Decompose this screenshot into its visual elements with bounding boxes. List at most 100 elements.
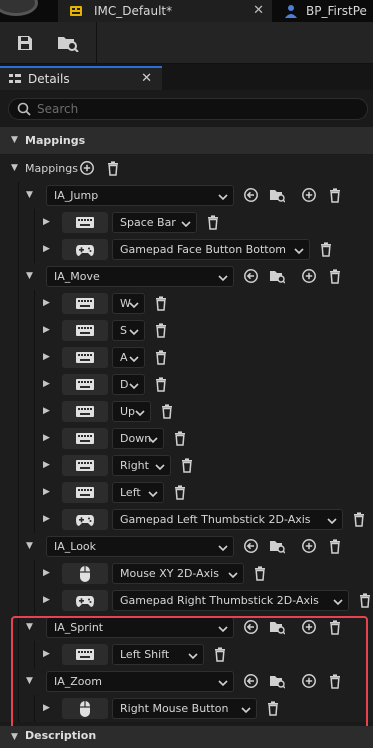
key-select[interactable]: Down	[112, 428, 164, 449]
key-select[interactable]: W	[112, 293, 145, 314]
key-select[interactable]: Left Shift	[112, 644, 204, 665]
collapse-arrow-icon[interactable]: ▼	[26, 190, 33, 200]
key-select[interactable]: S	[112, 320, 145, 341]
delete-key-mapping-button[interactable]	[153, 295, 169, 311]
expand-arrow-icon[interactable]: ▶	[43, 568, 50, 578]
use-selected-asset-button[interactable]	[243, 187, 259, 203]
use-selected-asset-button[interactable]	[243, 619, 259, 635]
delete-key-mapping-button[interactable]	[159, 403, 175, 419]
browse-to-asset-button[interactable]	[269, 268, 285, 284]
tab-imc-default[interactable]: IMC_Default* ✕	[58, 0, 272, 22]
key-selector-button[interactable]	[62, 509, 108, 530]
expand-arrow-icon[interactable]: ▶	[43, 244, 50, 254]
key-selector-button[interactable]	[62, 455, 108, 476]
expand-arrow-icon[interactable]: ▶	[43, 487, 50, 497]
key-selector-button[interactable]	[62, 320, 108, 341]
delete-key-mapping-button[interactable]	[153, 349, 169, 365]
key-selector-button[interactable]	[62, 563, 108, 584]
expand-arrow-icon[interactable]: ▶	[43, 217, 50, 227]
clear-mappings-button[interactable]	[105, 160, 121, 176]
add-key-mapping-button[interactable]	[301, 673, 317, 689]
input-action-select[interactable]: IA_Jump	[46, 185, 234, 206]
category-description[interactable]: ▼ Description	[0, 726, 373, 748]
search-input[interactable]	[37, 102, 337, 116]
expand-arrow-icon[interactable]: ▶	[43, 703, 50, 713]
browse-to-asset-button[interactable]	[269, 673, 285, 689]
collapse-arrow-icon[interactable]: ▼	[26, 622, 33, 632]
key-selector-button[interactable]	[62, 293, 108, 314]
key-selector-button[interactable]	[62, 482, 108, 503]
add-key-mapping-button[interactable]	[301, 619, 317, 635]
delete-key-mapping-button[interactable]	[351, 511, 367, 527]
use-selected-asset-button[interactable]	[243, 268, 259, 284]
delete-key-mapping-button[interactable]	[318, 241, 334, 257]
delete-key-mapping-button[interactable]	[212, 646, 228, 662]
key-select[interactable]: Gamepad Face Button Bottom	[112, 239, 310, 260]
close-icon[interactable]: ✕	[253, 3, 264, 18]
expand-arrow-icon[interactable]: ▶	[43, 649, 50, 659]
key-select[interactable]: Gamepad Left Thumbstick 2D-Axis	[112, 509, 343, 530]
key-select[interactable]: Space Bar	[112, 212, 197, 233]
collapse-arrow-icon[interactable]: ▼	[26, 271, 33, 281]
delete-key-mapping-button[interactable]	[172, 484, 188, 500]
key-selector-button[interactable]	[62, 347, 108, 368]
expand-arrow-icon[interactable]: ▶	[43, 379, 50, 389]
key-selector-button[interactable]	[62, 428, 108, 449]
browse-to-asset-button[interactable]	[56, 31, 80, 55]
delete-key-mapping-button[interactable]	[172, 430, 188, 446]
add-key-mapping-button[interactable]	[301, 268, 317, 284]
tab-bp-firstperson[interactable]: BP_FirstPe	[280, 0, 373, 22]
input-action-select[interactable]: IA_Sprint	[46, 617, 234, 638]
input-action-select[interactable]: IA_Zoom	[46, 671, 234, 692]
key-selector-button[interactable]	[62, 212, 108, 233]
key-selector-button[interactable]	[62, 239, 108, 260]
delete-action-button[interactable]	[327, 187, 343, 203]
key-selector-button[interactable]	[62, 401, 108, 422]
collapse-arrow-icon[interactable]: ▼	[11, 135, 18, 145]
close-icon[interactable]: ✕	[141, 71, 152, 86]
add-key-mapping-button[interactable]	[301, 187, 317, 203]
delete-key-mapping-button[interactable]	[357, 592, 373, 608]
expand-arrow-icon[interactable]: ▶	[43, 514, 50, 524]
expand-arrow-icon[interactable]: ▶	[43, 298, 50, 308]
expand-arrow-icon[interactable]: ▶	[43, 325, 50, 335]
expand-arrow-icon[interactable]: ▶	[43, 433, 50, 443]
browse-to-asset-button[interactable]	[269, 619, 285, 635]
key-select[interactable]: A	[112, 347, 145, 368]
key-selector-button[interactable]	[62, 698, 108, 719]
delete-key-mapping-button[interactable]	[153, 322, 169, 338]
delete-action-button[interactable]	[327, 673, 343, 689]
expand-arrow-icon[interactable]: ▶	[43, 460, 50, 470]
key-select[interactable]: Mouse XY 2D-Axis	[112, 563, 244, 584]
key-selector-button[interactable]	[62, 374, 108, 395]
browse-to-asset-button[interactable]	[269, 187, 285, 203]
delete-key-mapping-button[interactable]	[265, 700, 281, 716]
delete-action-button[interactable]	[327, 268, 343, 284]
details-panel-tab[interactable]: Details ✕	[0, 66, 162, 90]
delete-key-mapping-button[interactable]	[205, 214, 221, 230]
delete-action-button[interactable]	[327, 619, 343, 635]
use-selected-asset-button[interactable]	[243, 673, 259, 689]
key-select[interactable]: Gamepad Right Thumbstick 2D-Axis	[112, 590, 349, 611]
key-select[interactable]: Up	[112, 401, 151, 422]
key-select[interactable]: Right Mouse Button	[112, 698, 257, 719]
expand-arrow-icon[interactable]: ▶	[43, 595, 50, 605]
input-action-select[interactable]: IA_Look	[46, 536, 234, 557]
search-box[interactable]	[8, 98, 368, 120]
use-selected-asset-button[interactable]	[243, 538, 259, 554]
delete-key-mapping-button[interactable]	[252, 565, 268, 581]
expand-arrow-icon[interactable]: ▶	[43, 352, 50, 362]
key-selector-button[interactable]	[62, 590, 108, 611]
save-button[interactable]	[13, 31, 37, 55]
delete-key-mapping-button[interactable]	[153, 376, 169, 392]
key-select[interactable]: Right	[112, 455, 171, 476]
collapse-arrow-icon[interactable]: ▼	[11, 163, 18, 173]
add-mapping-button[interactable]	[79, 160, 95, 176]
input-action-select[interactable]: IA_Move	[46, 266, 234, 287]
key-selector-button[interactable]	[62, 644, 108, 665]
delete-action-button[interactable]	[327, 538, 343, 554]
delete-key-mapping-button[interactable]	[179, 457, 195, 473]
browse-to-asset-button[interactable]	[269, 538, 285, 554]
add-key-mapping-button[interactable]	[301, 538, 317, 554]
key-select[interactable]: Left	[112, 482, 164, 503]
